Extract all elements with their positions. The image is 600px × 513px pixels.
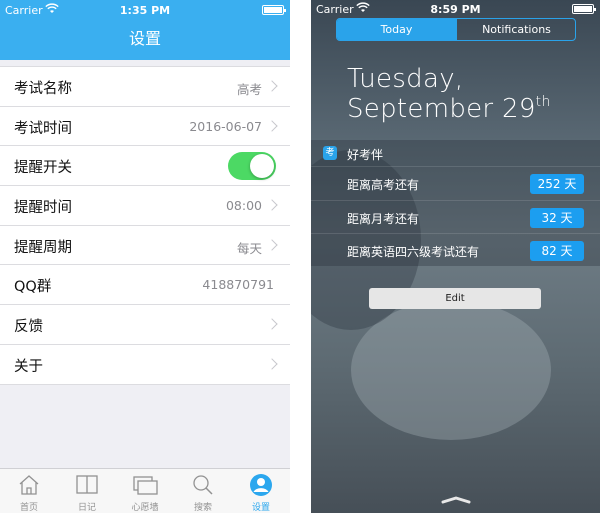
- tab-today[interactable]: Today: [337, 19, 456, 40]
- date-month-day: September 29: [347, 94, 536, 124]
- battery-icon: [572, 4, 596, 14]
- today-widget-screen: Carrier 8:59 PM Today Notifications Tues…: [311, 0, 600, 513]
- settings-row-exam-name[interactable]: 考试名称 高考: [0, 67, 290, 107]
- row-value: 2016-06-07: [189, 118, 262, 134]
- tab-diary[interactable]: 日记: [58, 469, 116, 513]
- row-label: 考试时间: [14, 120, 72, 137]
- countdown-days-badge: 82 天: [530, 241, 584, 261]
- chevron-right-icon: [266, 80, 278, 92]
- row-label: 提醒周期: [14, 239, 72, 256]
- tab-settings[interactable]: 设置: [232, 469, 290, 513]
- book-icon: [76, 475, 98, 494]
- row-value: 每天: [236, 240, 262, 256]
- row-value: 高考: [236, 82, 262, 97]
- chevron-right-icon: [266, 358, 278, 370]
- tab-label: 设置: [251, 503, 270, 513]
- countdown-label: 距离月考还有: [347, 212, 420, 226]
- countdown-days-badge: 32 天: [530, 208, 584, 228]
- row-value: 08:00: [225, 198, 262, 214]
- tab-notifications[interactable]: Notifications: [456, 19, 575, 40]
- grabber-handle-icon[interactable]: [441, 496, 471, 504]
- toggle-knob: [250, 154, 274, 179]
- status-bar: Carrier 1:35 PM: [0, 0, 290, 20]
- widget-app-name: 好考伴: [347, 148, 384, 162]
- countdown-days-badge: 252 天: [530, 174, 584, 194]
- status-time: 1:35 PM: [119, 4, 171, 17]
- countdown-row[interactable]: 距离英语四六级考试还有 82 天: [311, 233, 600, 267]
- tab-search[interactable]: 搜索: [174, 469, 232, 513]
- tab-label: 搜索: [193, 503, 212, 513]
- row-label: 关于: [14, 358, 43, 375]
- battery-icon: [262, 5, 286, 15]
- settings-row-qq-group[interactable]: QQ群 418870791: [0, 265, 290, 306]
- row-label: 反馈: [14, 319, 43, 336]
- settings-row-reminder-period[interactable]: 提醒周期 每天: [0, 226, 290, 266]
- screenshot-canvas: Carrier 1:35 PM 设置 考试名称 高考 考试时间 2016-06-…: [0, 0, 600, 513]
- row-label: QQ群: [14, 279, 52, 296]
- settings-row-about[interactable]: 关于: [0, 345, 290, 385]
- cards-icon: [133, 476, 158, 495]
- date-weekday: Tuesday,: [347, 64, 464, 94]
- tab-bar: 首页 日记 心愿墙 搜索 设置: [0, 468, 290, 513]
- settings-row-reminder-switch: 提醒开关: [0, 146, 290, 187]
- chevron-right-icon: [266, 318, 278, 330]
- chevron-right-icon: [266, 199, 278, 211]
- page-title: 设置: [0, 20, 290, 60]
- app-widget: 考 好考伴 距离高考还有 252 天 距离月考还有 32 天 距离英语四六级考试…: [311, 140, 600, 266]
- edit-button[interactable]: Edit: [369, 288, 541, 309]
- user-icon: [250, 474, 272, 496]
- reminder-toggle[interactable]: [228, 152, 276, 181]
- segmented-control: Today Notifications: [336, 18, 576, 41]
- settings-screen: Carrier 1:35 PM 设置 考试名称 高考 考试时间 2016-06-…: [0, 0, 290, 513]
- settings-row-exam-time[interactable]: 考试时间 2016-06-07: [0, 107, 290, 147]
- tab-label: 首页: [19, 503, 38, 513]
- countdown-label: 距离英语四六级考试还有: [347, 245, 480, 259]
- settings-row-feedback[interactable]: 反馈: [0, 305, 290, 345]
- row-label: 提醒开关: [14, 160, 72, 177]
- row-label: 考试名称: [14, 81, 72, 97]
- row-label: 提醒时间: [14, 200, 72, 217]
- settings-row-reminder-time[interactable]: 提醒时间 08:00: [0, 186, 290, 226]
- row-value: 418870791: [202, 277, 274, 293]
- tab-label: 心愿墙: [131, 503, 159, 513]
- tab-wish-wall[interactable]: 心愿墙: [116, 469, 174, 513]
- settings-list: 考试名称 高考 考试时间 2016-06-07 提醒开关 提醒时间 08:00 …: [0, 66, 290, 385]
- tab-label: 日记: [77, 503, 96, 513]
- status-bar: Carrier 8:59 PM: [311, 0, 600, 18]
- countdown-row[interactable]: 距离月考还有 32 天: [311, 200, 600, 234]
- home-icon: [19, 475, 39, 495]
- date-full: September 29th: [347, 94, 551, 124]
- tab-home[interactable]: 首页: [0, 469, 58, 513]
- date-suffix: th: [535, 94, 551, 110]
- countdown-row[interactable]: 距离高考还有 252 天: [311, 166, 600, 200]
- status-time: 8:59 PM: [430, 3, 481, 16]
- chevron-right-icon: [266, 120, 278, 132]
- countdown-label: 距离高考还有: [347, 178, 420, 192]
- search-icon: [193, 475, 213, 495]
- chevron-right-icon: [266, 239, 278, 251]
- app-icon: 考: [323, 146, 337, 160]
